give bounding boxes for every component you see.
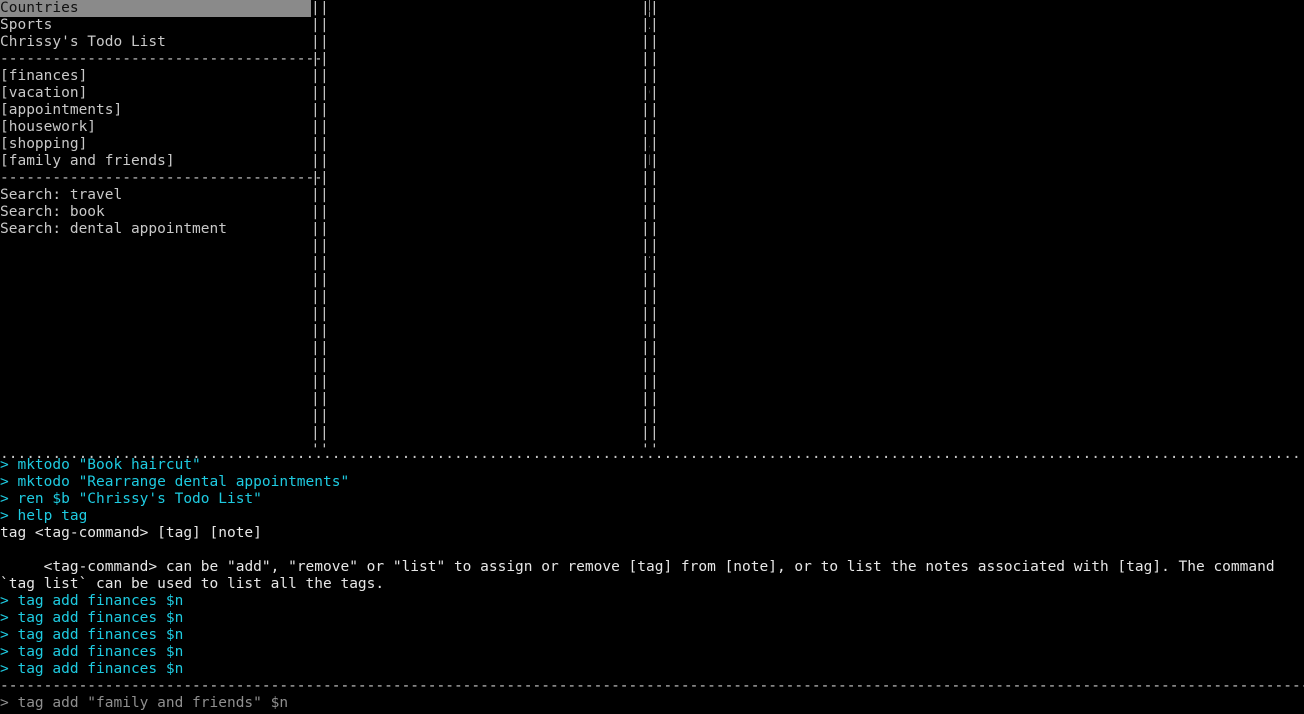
console-command-line: > tag add finances $n	[0, 644, 1304, 661]
notes-pane-body: CountriesSportsChrissy's Todo List------…	[0, 0, 311, 238]
tag-item[interactable]: [appointments]	[0, 102, 311, 119]
terminal-screen: CountriesSportsChrissy's Todo List------…	[0, 0, 1304, 714]
console-command-line: > ren $b "Chrissy's Todo List"	[0, 491, 1304, 508]
notes-rule-top: ---------------------------------------	[0, 51, 311, 68]
saved-search-item[interactable]: Search: dental appointment	[0, 221, 311, 238]
article-pane[interactable]: America. Argentina is the second-largest…	[650, 0, 1304, 455]
tag-item[interactable]: [housework]	[0, 119, 311, 136]
command-console[interactable]: > mktodo "Book haircut"> mktodo "Rearran…	[0, 457, 1304, 714]
notes-rule-bottom: ---------------------------------------	[0, 170, 311, 187]
saved-search-item[interactable]: Search: travel	[0, 187, 311, 204]
note-titles-pane[interactable]: ArgentinaAustraliaBrazilCanadaFranceGerm…	[320, 0, 650, 455]
console-command-line: > tag add finances $n	[0, 593, 1304, 610]
console-output-line: tag <tag-command> [tag] [note]	[0, 525, 1304, 542]
console-command-line: > tag add finances $n	[0, 627, 1304, 644]
console-command-line: > mktodo "Rearrange dental appointments"	[0, 474, 1304, 491]
console-command-line: > mktodo "Book haircut"	[0, 457, 1304, 474]
notes-pane[interactable]: CountriesSportsChrissy's Todo List------…	[0, 0, 320, 455]
saved-search-item[interactable]: Search: book	[0, 204, 311, 221]
tag-item[interactable]: [vacation]	[0, 85, 311, 102]
notebook-item[interactable]: Chrissy's Todo List	[0, 34, 311, 51]
tag-item[interactable]: [family and friends]	[0, 153, 311, 170]
notebook-item[interactable]: Countries	[0, 0, 311, 17]
console-command-line: > tag add finances $n	[0, 661, 1304, 678]
notebook-item[interactable]: Sports	[0, 17, 311, 34]
tag-item[interactable]: [shopping]	[0, 136, 311, 153]
tag-item[interactable]: [finances]	[0, 68, 311, 85]
console-command-line: > tag add finances $n	[0, 610, 1304, 627]
console-command-line: > help tag	[0, 508, 1304, 525]
console-blank-line	[0, 542, 1304, 559]
panes-region: CountriesSportsChrissy's Todo List------…	[0, 0, 1304, 455]
console-output-wrapped: <tag-command> can be "add", "remove" or …	[0, 559, 1304, 593]
console-prompt-input[interactable]: > tag add "family and friends" $n	[0, 695, 1304, 712]
console-separator-rule: ----------------------------------------…	[0, 678, 1304, 695]
